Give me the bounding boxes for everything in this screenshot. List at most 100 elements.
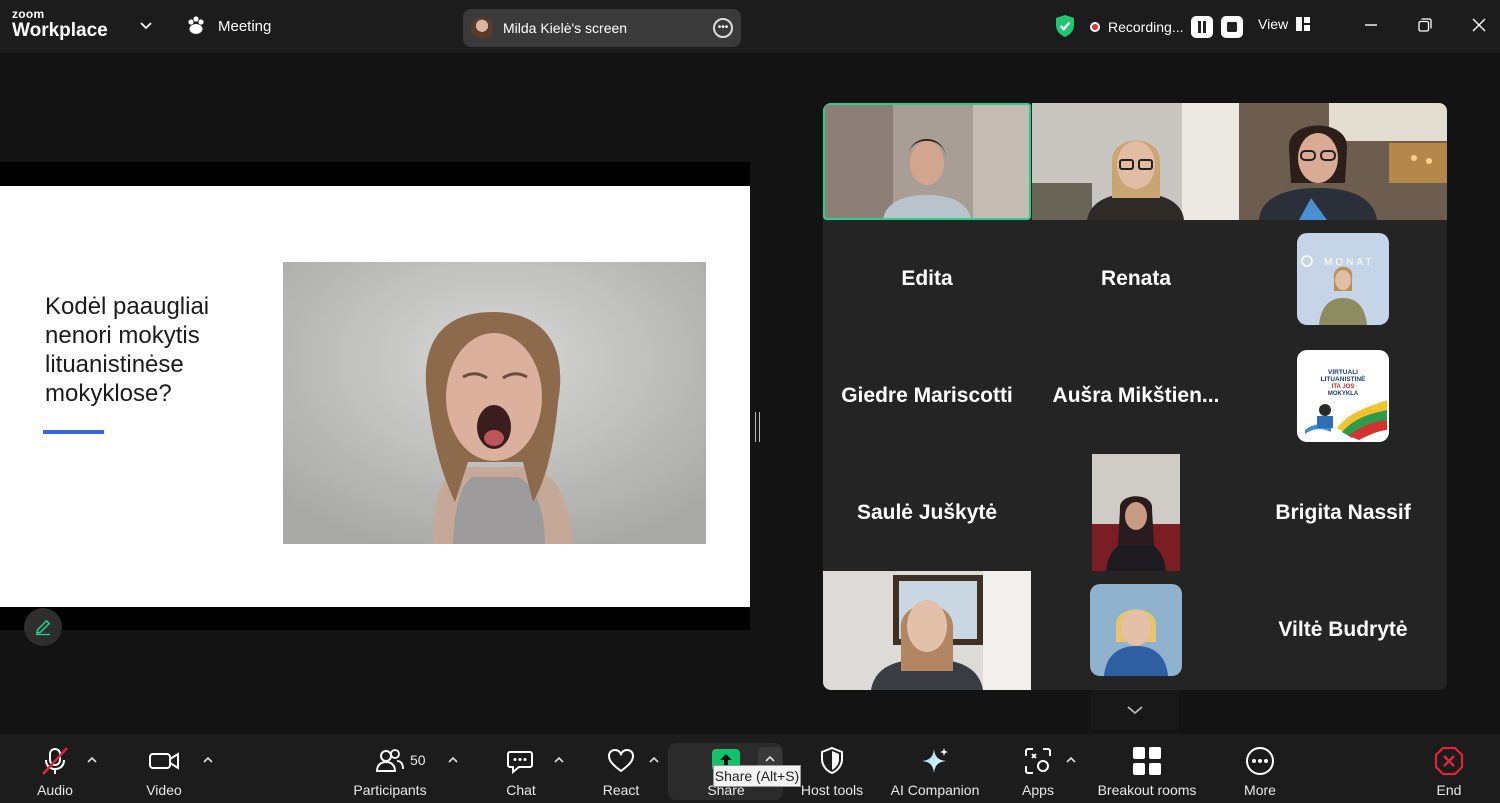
audio-options-caret-icon[interactable] xyxy=(86,754,98,766)
participant-name: Edita xyxy=(901,266,953,290)
end-label: End xyxy=(1436,782,1462,798)
apps-label: Apps xyxy=(1022,782,1054,798)
chevron-down-icon xyxy=(1127,706,1143,715)
participant-tile[interactable]: Aušra Mikštien... xyxy=(1032,337,1240,454)
react-button[interactable]: React xyxy=(598,734,644,803)
video-tile[interactable] xyxy=(1239,103,1447,220)
participant-name: Renata xyxy=(1100,266,1172,290)
participant-video xyxy=(823,103,1031,220)
meeting-info-button[interactable]: Meeting xyxy=(186,16,271,36)
chat-options-caret-icon[interactable] xyxy=(553,754,565,766)
splitter-handle[interactable] xyxy=(755,412,760,442)
apps-options-caret-icon[interactable] xyxy=(1065,754,1077,766)
more-icon xyxy=(1246,747,1274,775)
participants-icon xyxy=(375,749,404,772)
close-button[interactable] xyxy=(1468,14,1490,36)
participant-tile[interactable]: Brigita Nassif xyxy=(1239,454,1447,571)
participant-tile[interactable]: Saulė Juškytė xyxy=(823,454,1031,571)
participant-name: Saulė Juškytė xyxy=(856,500,998,524)
breakout-rooms-icon xyxy=(1133,747,1161,775)
pause-icon xyxy=(1198,21,1207,33)
ai-companion-button[interactable]: AI Companion xyxy=(884,734,986,803)
participants-button[interactable]: Participants xyxy=(350,734,430,803)
restore-button[interactable] xyxy=(1414,14,1436,36)
slide-accent-rule xyxy=(43,430,104,434)
more-button[interactable]: More xyxy=(1236,734,1284,803)
participant-name: Brigita Nassif xyxy=(1275,500,1411,524)
view-label: View xyxy=(1258,16,1289,32)
meeting-label: Meeting xyxy=(218,17,272,35)
breakout-rooms-label: Breakout rooms xyxy=(1097,782,1197,798)
stop-recording-button[interactable] xyxy=(1221,16,1244,38)
logo-line-2: LITUANISTINĖ xyxy=(1321,375,1366,383)
paw-icon xyxy=(188,16,204,34)
apps-icon xyxy=(1025,748,1051,774)
participants-options-caret-icon[interactable] xyxy=(447,754,459,766)
title-bar: zoom Workplace Meeting Milda Kielė's scr… xyxy=(0,0,1500,53)
chat-icon xyxy=(507,751,533,775)
participant-tile[interactable] xyxy=(1032,571,1240,688)
ai-companion-label: AI Companion xyxy=(890,782,980,798)
host-tools-button[interactable]: Host tools xyxy=(796,734,868,803)
participant-name: Aušra Mikštien... xyxy=(1052,383,1220,407)
screen-share-indicator[interactable]: Milda Kielė's screen ••• xyxy=(463,9,741,47)
participant-tile[interactable]: VIRTUALI LITUANISTINĖ ITA JOS MOKYKLA xyxy=(1239,337,1447,454)
participant-tile[interactable]: Edita xyxy=(823,220,1031,337)
stop-icon xyxy=(1227,22,1238,32)
zoom-logo: zoom Workplace xyxy=(12,8,108,40)
participant-tile[interactable]: Giedre Mariscotti xyxy=(823,337,1031,454)
school-logo-avatar: VIRTUALI LITUANISTINĖ ITA JOS MOKYKLA xyxy=(1297,349,1389,442)
chat-button[interactable]: Chat xyxy=(498,734,544,803)
video-camera-icon xyxy=(149,752,179,770)
video-button[interactable]: Video xyxy=(139,734,189,803)
participant-name: Viltė Budrytė xyxy=(1278,617,1408,641)
participant-avatar xyxy=(1090,583,1182,676)
view-button[interactable]: View xyxy=(1258,16,1311,32)
brand-top: zoom xyxy=(12,7,45,21)
participant-tile[interactable]: Renata xyxy=(1032,220,1240,337)
participant-name: Giedre Mariscotti xyxy=(841,383,1013,407)
more-options-icon[interactable]: ••• xyxy=(713,18,733,38)
sparkle-icon xyxy=(922,748,948,773)
grid-view-icon xyxy=(1296,17,1311,31)
audio-label: Audio xyxy=(37,782,73,798)
more-label: More xyxy=(1244,782,1276,798)
minimize-button[interactable] xyxy=(1360,14,1382,36)
brand-bottom: Workplace xyxy=(12,20,108,41)
participant-video xyxy=(1032,103,1240,220)
participants-count: 50 xyxy=(410,752,426,768)
slide-photo xyxy=(283,262,706,544)
chevron-down-icon[interactable] xyxy=(138,17,154,33)
share-pill-label: Milda Kielė's screen xyxy=(503,20,628,36)
logo-line-3: ITA JOS xyxy=(1332,384,1355,390)
react-label: React xyxy=(602,782,640,798)
minimize-icon xyxy=(1365,24,1377,26)
audio-button[interactable]: Audio xyxy=(30,734,80,803)
end-meeting-button[interactable]: End xyxy=(1426,734,1472,803)
pencil-icon xyxy=(36,619,51,636)
participant-tile[interactable] xyxy=(1032,454,1240,571)
restore-icon xyxy=(1418,18,1432,32)
breakout-rooms-button[interactable]: Breakout rooms xyxy=(1092,734,1202,803)
logo-line-4: MOKYKLA xyxy=(1328,391,1359,397)
chat-label: Chat xyxy=(506,782,536,798)
screaming-girl-photo xyxy=(283,262,706,544)
participant-tile[interactable]: MONAT xyxy=(1239,220,1447,337)
apps-button[interactable]: Apps xyxy=(1014,734,1062,803)
encryption-shield-icon[interactable] xyxy=(1054,14,1076,38)
recording-label: Recording... xyxy=(1108,19,1184,35)
video-tile-speaker[interactable] xyxy=(823,103,1031,220)
react-options-caret-icon[interactable] xyxy=(648,754,660,766)
presenter-avatar xyxy=(471,17,493,39)
video-label: Video xyxy=(146,782,182,798)
video-tile[interactable] xyxy=(1032,103,1240,220)
logo-line-1: VIRTUALI xyxy=(1328,369,1358,376)
video-tile[interactable] xyxy=(823,571,1031,690)
share-tooltip: Share (Alt+S) xyxy=(713,765,801,787)
gallery-next-page-button[interactable] xyxy=(1091,690,1179,730)
annotate-button[interactable] xyxy=(24,608,62,646)
participant-gallery: Edita Renata MONAT Giedre Mariscotti Auš… xyxy=(823,103,1447,690)
video-options-caret-icon[interactable] xyxy=(202,754,214,766)
participant-tile[interactable]: Viltė Budrytė xyxy=(1239,571,1447,688)
pause-recording-button[interactable] xyxy=(1191,16,1214,38)
